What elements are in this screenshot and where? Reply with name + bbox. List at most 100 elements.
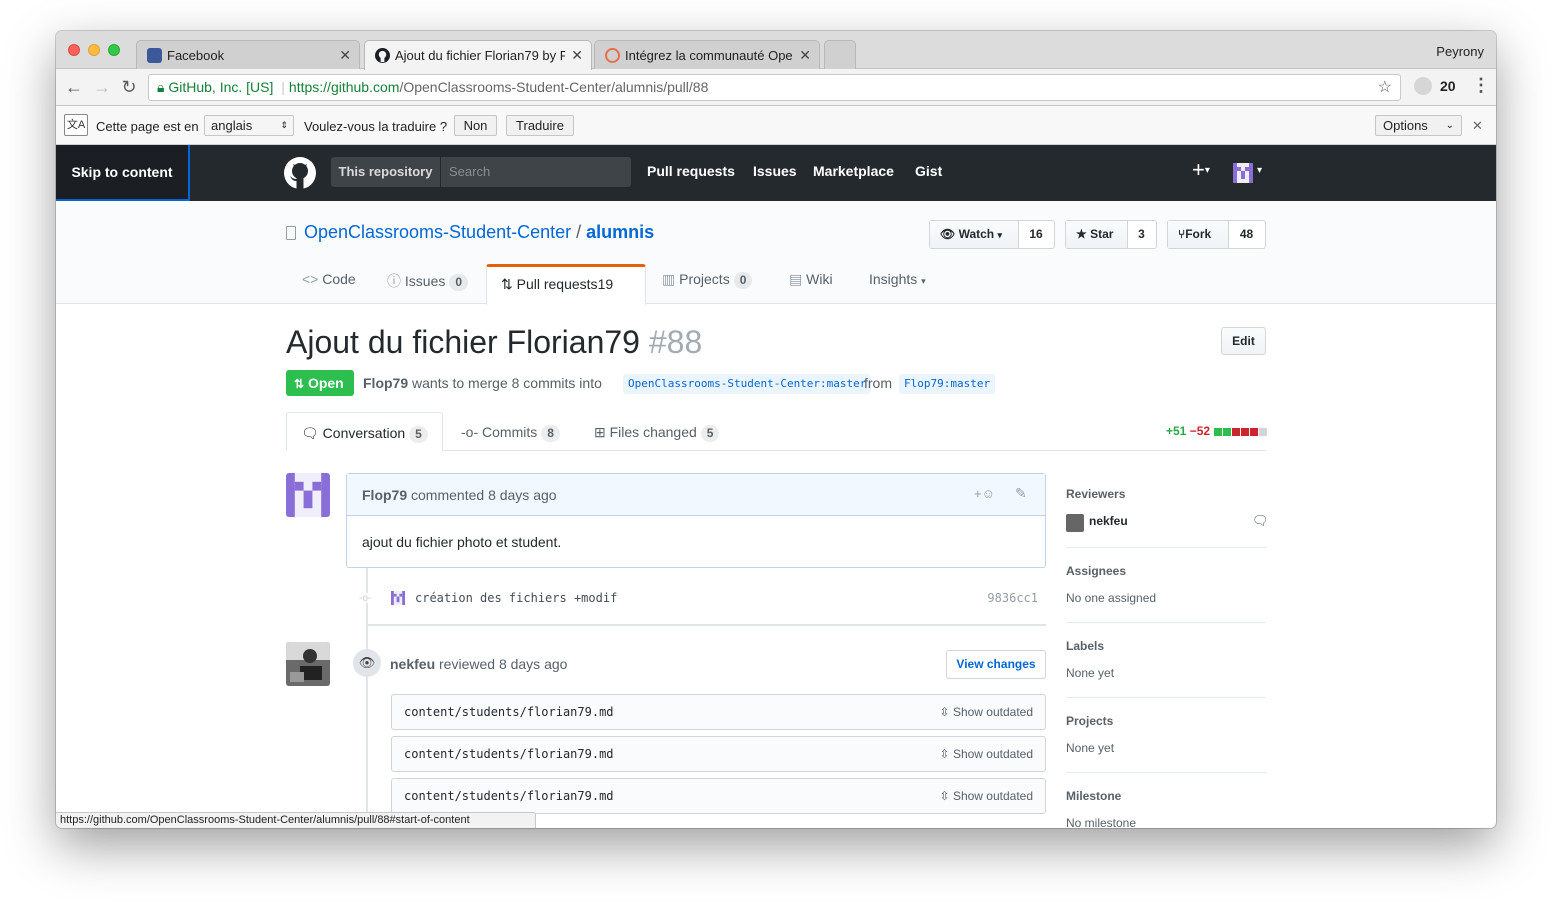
nekfeu-avatar[interactable] bbox=[286, 642, 330, 686]
flop79-avatar[interactable] bbox=[286, 473, 330, 517]
options-label: Options bbox=[1383, 118, 1428, 133]
back-icon[interactable]: ← bbox=[63, 76, 85, 98]
caret-down-icon[interactable]: ▾ bbox=[1257, 165, 1262, 176]
sidebar-milestone-heading[interactable]: Milestone bbox=[1066, 789, 1121, 803]
watch-count[interactable]: 16 bbox=[1018, 221, 1054, 248]
star-count[interactable]: 3 bbox=[1127, 221, 1156, 248]
commit-message-link[interactable]: création des fichiers +modif bbox=[415, 591, 617, 605]
user-avatar[interactable] bbox=[1233, 163, 1253, 183]
header-search[interactable]: This repository Search bbox=[331, 157, 631, 187]
tab-commits-label: Commits bbox=[482, 424, 538, 440]
diffstat-blocks bbox=[1213, 424, 1268, 438]
lock-icon: 🔒︎ bbox=[157, 79, 165, 95]
tab-facebook[interactable]: Facebook ✕ bbox=[136, 40, 360, 69]
head-branch[interactable]: Flop79:master bbox=[899, 374, 996, 394]
sidebar-labels-heading[interactable]: Labels bbox=[1066, 639, 1104, 653]
skip-to-content-link[interactable]: Skip to content bbox=[56, 145, 190, 201]
sidebar-projects-heading[interactable]: Projects bbox=[1066, 714, 1113, 728]
watch-button[interactable]: 👁︎ Watch ▾ bbox=[930, 221, 1019, 248]
caret-down-icon: ▾ bbox=[921, 276, 926, 286]
identicon-icon bbox=[1233, 163, 1253, 183]
tab-openclassrooms[interactable]: Intégrez la communauté OpenC ✕ bbox=[594, 40, 820, 69]
extension-cloud-icon[interactable] bbox=[1414, 77, 1432, 95]
header-nav-pull-requests[interactable]: Pull requests bbox=[647, 163, 735, 179]
translate-options-select[interactable]: Options ⌄ bbox=[1375, 115, 1462, 136]
commit-icon: -o- bbox=[359, 593, 373, 604]
language-select[interactable]: anglais ⇕ bbox=[204, 115, 294, 136]
sidebar-assignees-heading[interactable]: Assignees bbox=[1066, 564, 1126, 578]
select-arrows-icon: ⇕ bbox=[280, 120, 288, 130]
new-tab-button[interactable] bbox=[824, 40, 856, 69]
search-input[interactable]: Search bbox=[449, 157, 490, 187]
profile-name[interactable]: Peyrony bbox=[1436, 44, 1484, 59]
tab-wiki[interactable]: ▤ Wiki bbox=[789, 271, 833, 304]
outdated-file-row: content/students/florian79.md ⇳ Show out… bbox=[391, 736, 1046, 772]
close-tab-icon[interactable]: ✕ bbox=[571, 47, 583, 64]
search-scope-label[interactable]: This repository bbox=[331, 157, 441, 187]
review-time-link[interactable]: 8 days ago bbox=[499, 656, 568, 672]
sidebar-projects-value: None yet bbox=[1066, 741, 1115, 755]
review-author-link[interactable]: nekfeu bbox=[390, 656, 435, 672]
browser-toolbar: ← → ↻ 🔒︎ GitHub, Inc. [US] | https://gith… bbox=[56, 69, 1496, 106]
show-outdated-button[interactable]: ⇳ Show outdated bbox=[940, 737, 1033, 771]
translate-no-button[interactable]: Non bbox=[454, 115, 497, 136]
tab-issues[interactable]: ⓘ Issues 0 bbox=[387, 271, 469, 304]
address-bar[interactable]: 🔒︎ GitHub, Inc. [US] | https://github.com… bbox=[148, 74, 1401, 101]
tab-pull-requests[interactable]: ⇅ Pull requests19 bbox=[486, 264, 646, 305]
header-nav-gist[interactable]: Gist bbox=[915, 163, 942, 179]
comment-time-link[interactable]: 8 days ago bbox=[488, 487, 557, 503]
edit-title-button[interactable]: Edit bbox=[1221, 327, 1266, 355]
fork-button[interactable]: ⑂Fork bbox=[1168, 221, 1229, 248]
view-changes-button[interactable]: View changes bbox=[946, 650, 1046, 679]
forward-icon[interactable]: → bbox=[91, 76, 113, 98]
header-nav-marketplace[interactable]: Marketplace bbox=[813, 163, 894, 179]
menu-icon[interactable]: ⋮ bbox=[1472, 75, 1490, 96]
tab-commits[interactable]: -o- Commits 8 bbox=[461, 424, 560, 442]
star-button[interactable]: ★ Star bbox=[1066, 221, 1128, 248]
commit-sha-link[interactable]: 9836cc1 bbox=[987, 591, 1038, 605]
close-translate-icon[interactable]: ✕ bbox=[1472, 118, 1483, 134]
show-outdated-button[interactable]: ⇳ Show outdated bbox=[940, 695, 1033, 729]
close-window-button[interactable] bbox=[68, 44, 80, 56]
sidebar-reviewers-heading[interactable]: Reviewers bbox=[1066, 487, 1125, 501]
create-new-button[interactable]: +▾ bbox=[1192, 158, 1210, 183]
show-outdated-button[interactable]: ⇳ Show outdated bbox=[940, 779, 1033, 813]
reviewer-avatar[interactable] bbox=[1066, 514, 1084, 532]
diffstat-block bbox=[1214, 427, 1223, 436]
tab-insights[interactable]: Insights ▾ bbox=[869, 271, 926, 304]
extension-badge[interactable]: 20 bbox=[1440, 78, 1456, 94]
pencil-icon[interactable]: ✎ bbox=[1015, 485, 1027, 502]
base-branch[interactable]: OpenClassrooms-Student-Center:master bbox=[623, 374, 872, 394]
pr-author-link[interactable]: Flop79 bbox=[363, 375, 408, 391]
show-outdated-label: Show outdated bbox=[952, 705, 1033, 719]
tab-code-label: Code bbox=[322, 271, 356, 287]
add-reaction-icon[interactable]: +☺ bbox=[974, 486, 995, 501]
close-tab-icon[interactable]: ✕ bbox=[339, 47, 351, 64]
fork-count[interactable]: 48 bbox=[1228, 221, 1265, 248]
tab-conversation[interactable]: 🗨︎ Conversation 5 bbox=[286, 412, 443, 451]
tab-code[interactable]: <> Code bbox=[302, 271, 356, 304]
tab-github-pr[interactable]: Ajout du fichier Florian79 by Fl ✕ bbox=[364, 40, 592, 70]
watch-label: Watch bbox=[958, 227, 995, 241]
user-photo-icon bbox=[286, 642, 330, 686]
repo-owner-link[interactable]: OpenClassrooms-Student-Center bbox=[304, 222, 571, 242]
tab-projects[interactable]: ▥ Projects 0 bbox=[662, 271, 753, 304]
repo-separator: / bbox=[576, 222, 582, 242]
sidebar-divider bbox=[1066, 547, 1266, 548]
header-nav-issues[interactable]: Issues bbox=[753, 163, 797, 179]
reload-icon[interactable]: ↻ bbox=[118, 76, 140, 98]
translate-button[interactable]: Traduire bbox=[506, 115, 574, 136]
tab-files-label: Files changed bbox=[609, 424, 697, 440]
identicon-icon bbox=[286, 473, 330, 517]
github-logo-icon[interactable] bbox=[284, 157, 316, 189]
comment-icon: 🗨︎ bbox=[1252, 513, 1269, 528]
bookmark-star-icon[interactable]: ☆ bbox=[1378, 75, 1392, 100]
zoom-window-button[interactable] bbox=[108, 44, 120, 56]
tab-conversation-label: Conversation bbox=[322, 425, 406, 441]
tab-files-changed[interactable]: ⊞ Files changed 5 bbox=[594, 424, 720, 442]
repo-name-link[interactable]: alumnis bbox=[586, 222, 654, 242]
reviewer-name[interactable]: nekfeu bbox=[1089, 514, 1128, 528]
comment-author-link[interactable]: Flop79 bbox=[362, 487, 407, 503]
minimize-window-button[interactable] bbox=[88, 44, 100, 56]
close-tab-icon[interactable]: ✕ bbox=[799, 47, 811, 64]
